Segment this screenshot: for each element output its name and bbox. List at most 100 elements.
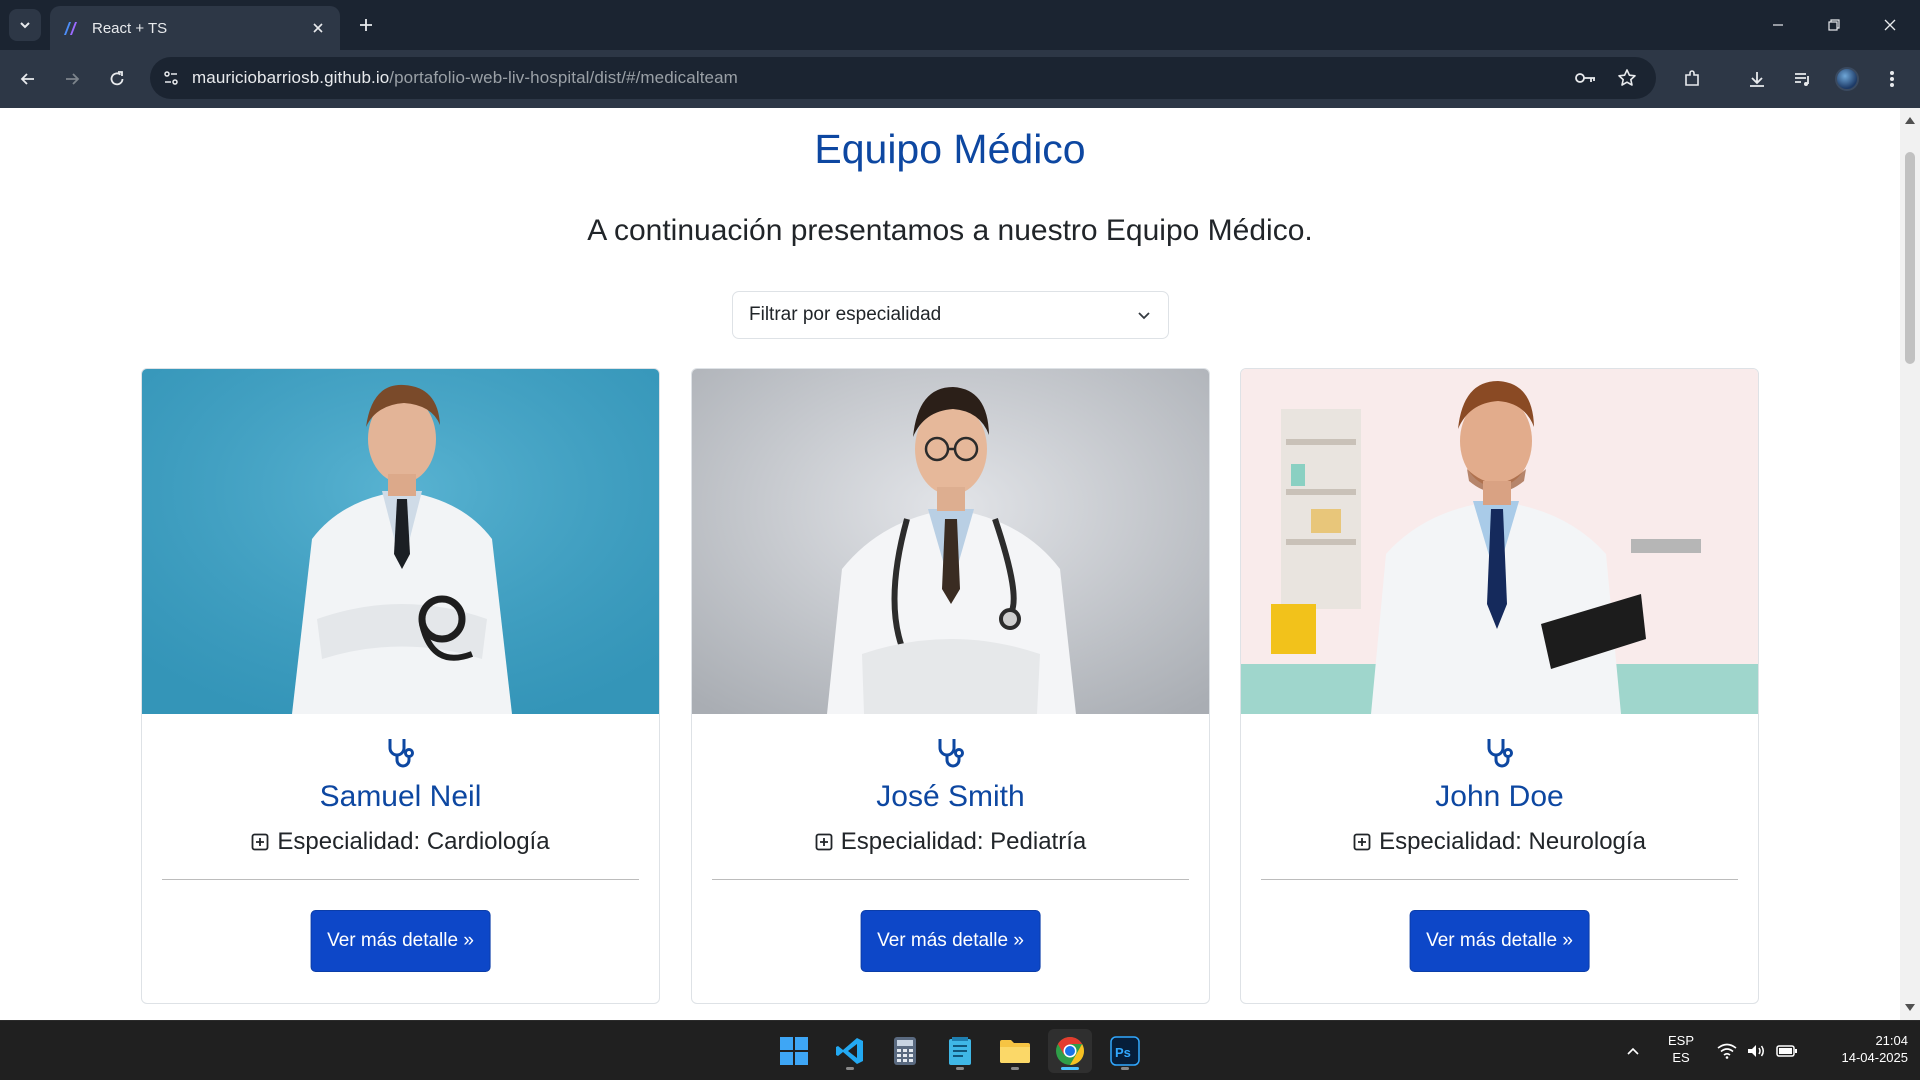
doctor-specialty-text: Especialidad: Cardiología [277,828,550,855]
reload-icon [110,71,124,86]
doctor-specialty-text: Especialidad: Pediatría [840,828,1087,855]
taskbar-app-file-explorer[interactable] [993,1029,1037,1073]
chrome-icon [1056,1037,1084,1065]
url-path: /portafolio-web-liv-hospital/dist/#/medi… [389,68,738,87]
forward-button[interactable] [56,63,88,95]
back-button[interactable] [12,63,44,95]
taskbar-app-calculator[interactable] [883,1029,927,1073]
minimize-window-button[interactable] [1750,0,1806,50]
notepad-icon [949,1037,971,1065]
bookmark-star-icon[interactable] [1611,62,1643,94]
view-details-button[interactable]: Ver más detalle » [1409,910,1590,972]
stethoscope-icon [938,739,964,768]
language-code: ESP [1667,1033,1694,1048]
scroll-down-arrow-icon[interactable] [1900,1000,1920,1016]
filter-selected-value: Filtrar por especialidad [749,304,942,325]
folder-icon [1000,1040,1030,1063]
view-details-button[interactable]: Ver más detalle » [310,910,491,972]
doctor-specialty: Especialidad: Neurología [1241,828,1758,856]
app-running-indicator [956,1067,964,1070]
start-button[interactable] [772,1029,816,1073]
input-language-indicator[interactable]: ESP ES [1660,1032,1702,1066]
show-hidden-icons-chevron-up-icon[interactable] [1622,1041,1644,1061]
browser-menu-button[interactable] [1876,63,1908,95]
extensions-icon[interactable] [1676,63,1708,95]
keyboard-layout-code: ES [1672,1050,1690,1065]
doctor-photo [1241,369,1758,714]
taskbar-clock[interactable]: 21:04 14-04-2025 [1808,1032,1909,1066]
specialty-filter-select[interactable]: Filtrar por especialidad [732,291,1169,339]
doctor-name: John Doe [1435,780,1564,813]
kebab-menu-icon [1890,71,1894,87]
doctor-card: Samuel Neil Especialidad: Cardiología Ve… [141,368,660,1004]
app-active-indicator [1061,1067,1079,1070]
minimize-icon [1773,24,1783,26]
restore-window-button[interactable] [1806,0,1862,50]
hospital-plus-icon [252,833,269,851]
tab-title: React + TS [92,19,168,37]
windows-taskbar: Ps ESP ES 21:04 14-04-2025 [0,1020,1920,1080]
card-divider [162,879,639,880]
chevron-down-icon [1138,312,1150,320]
doctor-name: Samuel Neil [319,780,482,813]
tab-search-button[interactable] [9,9,41,41]
browser-tab-active[interactable]: React + TS [50,6,340,50]
doctor-specialty: Especialidad: Cardiología [142,828,659,856]
clock-time: 21:04 [1875,1033,1908,1048]
password-key-icon[interactable] [1570,62,1602,94]
doctor-card: José Smith Especialidad: Pediatría Ver m… [691,368,1210,1004]
site-info-icon[interactable] [150,57,192,99]
media-control-icon[interactable] [1786,63,1818,95]
browser-toolbar: mauriciobarriosb.github.io/portafolio-we… [0,50,1920,108]
arrow-right-icon [66,73,80,85]
hospital-plus-icon [815,833,833,851]
app-running-indicator [1011,1067,1019,1070]
taskbar-app-photoshop[interactable]: Ps [1103,1029,1147,1073]
plus-icon [360,19,372,31]
doctor-specialty-text: Especialidad: Neurología [1379,828,1646,855]
restore-icon [1828,19,1840,31]
clock-date: 14-04-2025 [1841,1050,1909,1065]
vite-favicon-icon [64,22,77,35]
url-host: mauriciobarriosb.github.io [192,68,390,87]
doctor-card: John Doe Especialidad: Neurología Ver má… [1240,368,1759,1004]
stethoscope-icon [388,739,414,768]
web-page: Equipo Médico A continuación presentamos… [0,108,1900,1020]
close-window-button[interactable] [1862,0,1918,50]
vscode-icon [836,1038,863,1064]
app-running-indicator [846,1067,854,1070]
doctor-name: José Smith [876,780,1025,813]
hospital-plus-icon [1353,833,1371,851]
stethoscope-icon [1487,739,1513,768]
page-scrollbar[interactable] [1900,108,1920,1020]
photoshop-icon: Ps [1110,1036,1140,1066]
chevron-down-icon [20,22,30,29]
arrow-left-icon [20,73,34,85]
address-bar[interactable]: mauriciobarriosb.github.io/portafolio-we… [150,57,1656,99]
card-divider [1261,879,1738,880]
windows-logo-icon [780,1037,808,1065]
taskbar-app-vscode[interactable] [828,1029,872,1073]
page-title: Equipo Médico [814,126,1086,172]
profile-avatar[interactable] [1831,63,1863,95]
doctor-photo [692,369,1209,714]
scrollbar-thumb[interactable] [1905,152,1915,364]
taskbar-app-chrome[interactable] [1048,1029,1092,1073]
volume-icon[interactable] [1745,1041,1767,1061]
url-text: mauriciobarriosb.github.io/portafolio-we… [192,68,738,88]
close-icon [1884,19,1896,31]
wifi-icon[interactable] [1716,1041,1738,1061]
close-tab-icon[interactable] [308,18,328,38]
doctor-photo [142,369,659,714]
reload-button[interactable] [101,63,133,95]
download-icon[interactable] [1741,63,1773,95]
battery-icon[interactable] [1776,1041,1798,1061]
browser-tab-bar: React + TS [0,0,1920,50]
scroll-up-arrow-icon[interactable] [1900,112,1920,128]
view-details-button[interactable]: Ver más detalle » [860,910,1041,972]
doctor-specialty: Especialidad: Pediatría [692,828,1209,856]
taskbar-app-notepad[interactable] [938,1029,982,1073]
app-running-indicator [1121,1067,1129,1070]
new-tab-button[interactable] [352,11,380,39]
page-subtitle: A continuación presentamos a nuestro Equ… [587,214,1313,247]
